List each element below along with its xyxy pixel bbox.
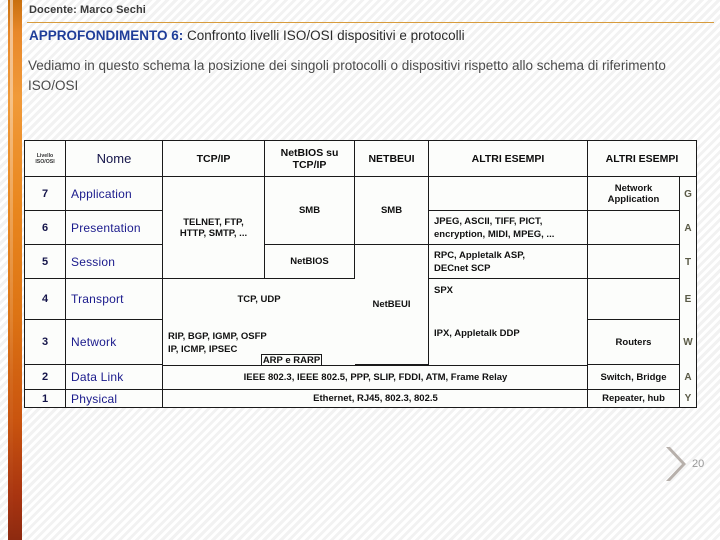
arp-rarp-box: ARP e RARP xyxy=(261,354,322,366)
level-name-session: Session xyxy=(66,245,163,279)
header-netbeui: NETBEUI xyxy=(355,141,429,177)
altri1-transport-protocols: SPX xyxy=(434,284,454,296)
header-divider xyxy=(27,22,714,23)
gateway-letter-t-2: T xyxy=(684,256,692,268)
level-number-1: 1 xyxy=(25,390,66,407)
netbeui-col-smb: SMB xyxy=(355,177,429,245)
gateway-letter-y-6: Y xyxy=(684,393,692,404)
tcpip-network-protocols: RIP, BGP, IGMP, OSFP IP, ICMP, IPSEC xyxy=(168,330,267,355)
level-number-5: 5 xyxy=(25,245,66,279)
gateway-letter-a-5: A xyxy=(684,372,692,383)
level-number-7: 7 xyxy=(25,177,66,211)
level-number-2: 2 xyxy=(25,365,66,390)
altri2-network-application: Network Application xyxy=(588,177,680,211)
iso-osi-comparison-table: Livello ISO/OSI Nome TCP/IP NetBIOS su TCP/IP… xyxy=(24,140,697,408)
slide-canvas: Docente: Marco Sechi APPROFONDIMENTO 6: … xyxy=(0,0,720,540)
header-netbios-over-tcpip: NetBIOS su TCP/IP xyxy=(265,141,355,177)
level-number-4: 4 xyxy=(25,279,66,320)
level-name-data-link: Data Link xyxy=(66,365,163,390)
altri1-application-empty xyxy=(429,177,588,211)
netbeui-col-netbeui: NetBEUI xyxy=(355,245,429,365)
slide-lead-paragraph: Vediamo in questo schema la posizione de… xyxy=(28,58,666,93)
netbios-col-smb: SMB xyxy=(265,177,355,245)
header-altri-esempi-1: ALTRI ESEMPI xyxy=(429,141,588,177)
level-name-physical: Physical xyxy=(66,390,163,407)
instructor-label: Docente: Marco Sechi xyxy=(29,4,146,16)
level-name-network: Network xyxy=(66,320,163,365)
altri2-physical-repeater-hub: Repeater, hub xyxy=(588,390,680,407)
tcpip-transport-protocols: TCP, UDP xyxy=(237,294,281,305)
header-tcpip: TCP/IP xyxy=(163,141,265,177)
next-chevron-icon[interactable] xyxy=(664,444,688,484)
shared-datalink-standards: IEEE 802.3, IEEE 802.5, PPP, SLIP, FDDI,… xyxy=(163,365,588,390)
level-number-3: 3 xyxy=(25,320,66,365)
altri2-session-empty xyxy=(588,245,680,279)
level-name-application: Application xyxy=(66,177,163,211)
gateway-letter-a-1: A xyxy=(684,222,692,234)
gateway-letter-g-0: G xyxy=(684,188,692,200)
header-altri-esempi-2: ALTRI ESEMPI xyxy=(588,141,696,177)
level-name-transport: Transport xyxy=(66,279,163,320)
left-accent-bar-highlight xyxy=(10,0,13,540)
level-number-6: 6 xyxy=(25,211,66,245)
gateway-letter-e-3: E xyxy=(684,294,692,305)
altri2-datalink-switch-bridge: Switch, Bridge xyxy=(588,365,680,390)
altri1-presentation-protocols: JPEG, ASCII, TIFF, PICT, encryption, MIDI… xyxy=(429,211,588,245)
slide-title: APPROFONDIMENTO 6: Confronto livelli ISO… xyxy=(29,28,465,43)
shared-physical-standards: Ethernet, RJ45, 802.3, 802.5 xyxy=(313,393,438,404)
altri2-network-routers: Routers xyxy=(588,320,680,365)
slide-title-strong: APPROFONDIMENTO 6: xyxy=(29,28,184,43)
header-name: Nome xyxy=(66,141,163,177)
altri1-network-protocols: IPX, Appletalk DDP xyxy=(434,327,520,339)
header-level: Livello ISO/OSI xyxy=(25,141,66,177)
altri2-transport-empty xyxy=(588,279,680,320)
level-name-presentation: Presentation xyxy=(66,211,163,245)
altri2-presentation-empty xyxy=(588,211,680,245)
page-number: 20 xyxy=(692,458,705,470)
gateway-letter-w-4: W xyxy=(683,337,693,348)
slide-title-rest: Confronto livelli ISO/OSI dispositivi e … xyxy=(183,28,465,43)
tcpip-application-protocols: TELNET, FTP, HTTP, SMTP, ... xyxy=(163,177,265,279)
altri1-session-protocols: RPC, Appletalk ASP, DECnet SCP xyxy=(429,245,588,279)
netbios-col-netbios: NetBIOS xyxy=(265,245,355,279)
